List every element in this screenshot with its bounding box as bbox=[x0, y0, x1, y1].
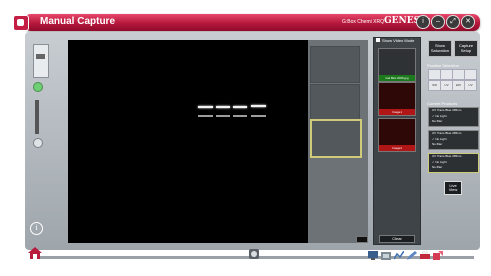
gallery-thumb[interactable]: Image2 bbox=[378, 118, 416, 152]
live-view-line2: View bbox=[448, 187, 458, 192]
export-icon[interactable] bbox=[433, 251, 443, 260]
window-title: Manual Capture bbox=[40, 16, 116, 27]
product-item[interactable]: UV Trans Blue 365nm ✓ No Light No filter bbox=[428, 130, 479, 150]
gel-band bbox=[198, 106, 213, 108]
gel-band bbox=[233, 115, 247, 117]
product-filter: No filter bbox=[432, 119, 443, 123]
gel-image-viewer[interactable] bbox=[68, 40, 308, 243]
gallery-thumb[interactable]: Gel Blot 2006.jpg bbox=[378, 48, 416, 82]
print-icon[interactable] bbox=[420, 251, 430, 260]
product-item[interactable]: UV Trans Blue 365nm ✓ No Light No filter bbox=[428, 107, 479, 127]
zoom-out-icon[interactable] bbox=[33, 138, 43, 148]
close-button[interactable]: ✕ bbox=[461, 15, 475, 29]
product-item-selected[interactable]: UV Trans Blue 365nm ✓ No Light No filter bbox=[428, 153, 479, 173]
capture-setup-line2: Setup bbox=[460, 48, 472, 53]
preview-thumbnail[interactable] bbox=[310, 46, 360, 83]
gallery-icon[interactable] bbox=[381, 251, 391, 260]
product-filter: No filter bbox=[432, 165, 443, 169]
app-logo-icon bbox=[13, 15, 29, 31]
zoom-in-icon[interactable] bbox=[33, 82, 43, 92]
video-mode-checkbox[interactable] bbox=[376, 38, 380, 42]
gel-band bbox=[251, 105, 266, 107]
show-saturation-line2: Saturation bbox=[430, 48, 450, 53]
products-section-label: Current Products bbox=[427, 101, 458, 106]
device-model-label: G:Box Chemi XRQ bbox=[342, 19, 384, 25]
gel-band bbox=[251, 115, 266, 117]
info-window-button[interactable]: i bbox=[416, 15, 430, 29]
live-view-button[interactable]: Live View bbox=[444, 181, 462, 195]
gel-band bbox=[233, 106, 247, 108]
preview-thumbnail[interactable] bbox=[310, 84, 360, 121]
gallery-thumb-caption: Image1 bbox=[379, 109, 415, 115]
edit-icon[interactable] bbox=[407, 251, 417, 260]
filter-section-label: Position Selection bbox=[427, 63, 459, 68]
minimize-button[interactable]: – bbox=[431, 15, 445, 29]
viewer-option-button[interactable] bbox=[356, 236, 368, 243]
filter-position[interactable] bbox=[464, 69, 477, 80]
show-saturation-button[interactable]: Show Saturation bbox=[428, 40, 452, 57]
home-icon[interactable] bbox=[28, 247, 42, 259]
maximize-button[interactable]: ⤢ bbox=[446, 15, 460, 29]
product-filter: No filter bbox=[432, 142, 443, 146]
gallery-thumb-caption: Image2 bbox=[379, 145, 415, 151]
gel-band bbox=[198, 115, 213, 117]
gallery-thumb[interactable]: Image1 bbox=[378, 82, 416, 116]
filter-position[interactable]: UV bbox=[464, 80, 477, 91]
video-mode-label: Show Video Mode bbox=[382, 38, 415, 43]
measure-icon[interactable] bbox=[394, 251, 404, 260]
info-icon[interactable]: i bbox=[30, 222, 43, 235]
exposure-slider[interactable] bbox=[33, 44, 49, 78]
monitor-icon[interactable] bbox=[368, 251, 378, 260]
gel-band bbox=[216, 115, 230, 117]
preview-thumbnail-selected[interactable] bbox=[310, 119, 362, 158]
gallery-thumb-caption: Gel Blot 2006.jpg bbox=[379, 75, 415, 81]
gel-band bbox=[216, 106, 230, 108]
camera-icon[interactable] bbox=[247, 247, 261, 261]
capture-setup-button[interactable]: Capture Setup bbox=[454, 40, 478, 57]
zoom-slider[interactable] bbox=[35, 100, 39, 134]
clear-button[interactable]: Clear bbox=[379, 235, 415, 243]
exposure-slider-knob[interactable] bbox=[36, 54, 45, 59]
